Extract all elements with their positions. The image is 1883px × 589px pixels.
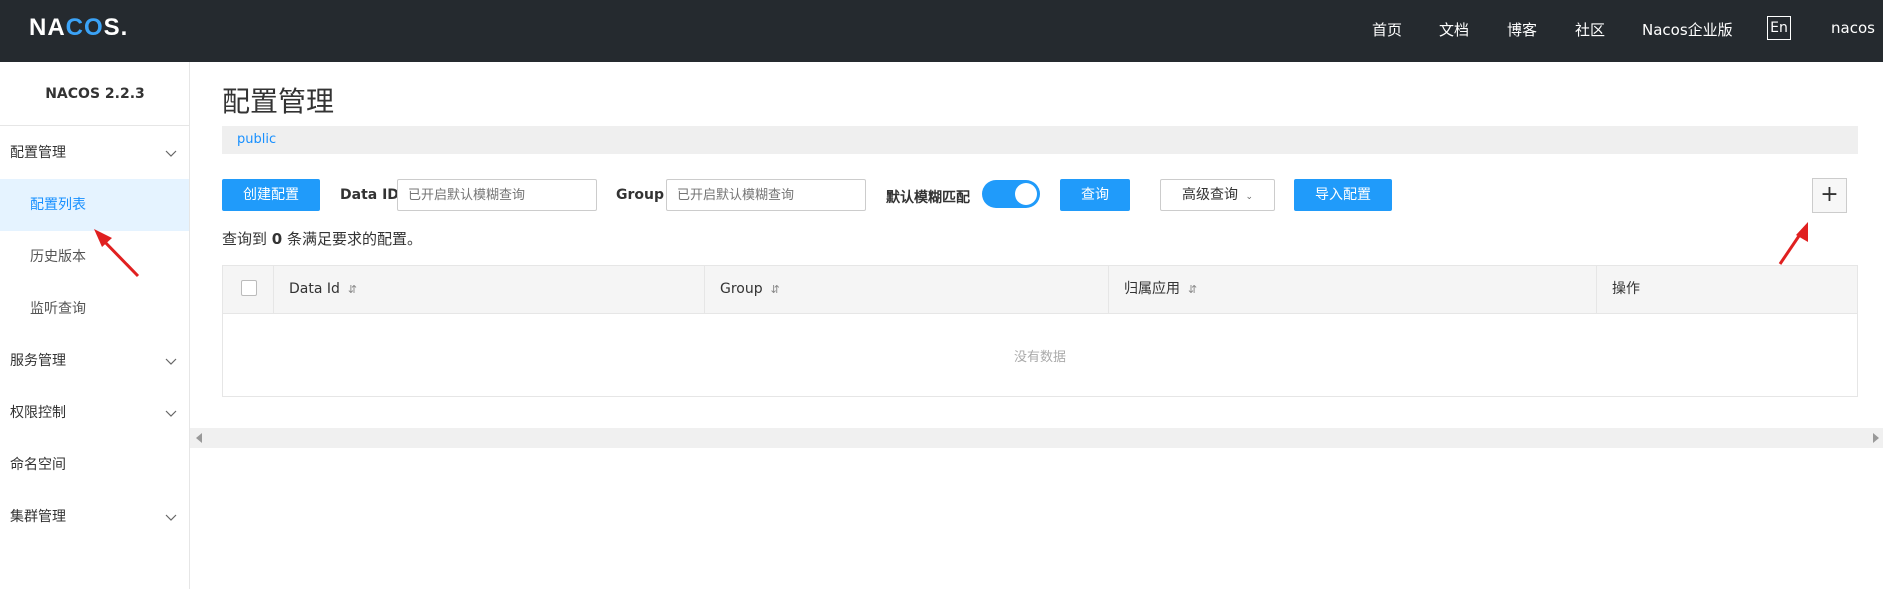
nav-community[interactable]: 社区 xyxy=(1575,19,1605,40)
nacos-logo[interactable]: NACOS. xyxy=(29,14,128,42)
data-id-input[interactable] xyxy=(397,179,597,211)
language-switch[interactable]: En xyxy=(1767,16,1791,40)
user-menu[interactable]: nacos xyxy=(1831,19,1875,37)
group-input[interactable] xyxy=(666,179,866,211)
add-column-button[interactable]: + xyxy=(1812,178,1847,213)
horizontal-scrollbar[interactable] xyxy=(190,428,1883,448)
create-config-button[interactable]: 创建配置 xyxy=(222,179,320,211)
chevron-down-icon xyxy=(165,491,177,543)
sort-icon[interactable]: ⇵ xyxy=(771,283,780,296)
table-header: Data Id ⇵ Group ⇵ 归属应用 ⇵ 操作 xyxy=(223,266,1857,314)
nav-blog[interactable]: 博客 xyxy=(1507,19,1537,40)
advanced-query-button[interactable]: 高级查询 ⌄ xyxy=(1160,179,1275,211)
sidebar-item-service-management[interactable]: 服务管理 xyxy=(0,335,189,387)
column-actions: 操作 xyxy=(1612,281,1640,297)
sidebar-item-config-list[interactable]: 配置列表 xyxy=(0,179,189,231)
query-button[interactable]: 查询 xyxy=(1060,179,1130,211)
scroll-left-icon[interactable] xyxy=(196,433,202,443)
group-label: Group xyxy=(616,187,665,203)
sidebar: NACOS 2.2.3 配置管理 配置列表 历史版本 监听查询 服务管理 权限控… xyxy=(0,62,190,589)
sidebar-item-history[interactable]: 历史版本 xyxy=(0,231,189,283)
data-id-label: Data ID xyxy=(340,187,399,203)
main-content: 配置管理 public 创建配置 Data ID Group 默认模糊匹配 查询… xyxy=(190,62,1883,589)
fuzzy-match-label: 默认模糊匹配 xyxy=(886,190,970,206)
empty-state-text: 没有数据 xyxy=(1013,350,1066,365)
sidebar-item-listener-query[interactable]: 监听查询 xyxy=(0,283,189,335)
select-all-checkbox[interactable] xyxy=(241,280,257,296)
sort-icon[interactable]: ⇵ xyxy=(348,283,357,296)
config-table: Data Id ⇵ Group ⇵ 归属应用 ⇵ 操作 没有数据 xyxy=(222,265,1858,397)
toggle-knob xyxy=(1015,183,1037,205)
scroll-right-icon[interactable] xyxy=(1873,433,1879,443)
version-label: NACOS 2.2.3 xyxy=(0,62,190,126)
chevron-down-icon xyxy=(165,387,177,439)
top-navbar: NACOS. 首页 文档 博客 社区 Nacos企业版 En nacos xyxy=(0,0,1883,62)
sidebar-item-config-management[interactable]: 配置管理 xyxy=(0,127,189,179)
column-group[interactable]: Group ⇵ xyxy=(705,266,1109,313)
nav-home[interactable]: 首页 xyxy=(1372,19,1402,40)
namespace-bar: public xyxy=(222,126,1858,154)
chevron-down-icon xyxy=(165,127,177,179)
page-title: 配置管理 xyxy=(222,85,335,118)
chevron-down-icon: ⌄ xyxy=(1245,192,1253,202)
sidebar-item-cluster-management[interactable]: 集群管理 xyxy=(0,491,189,543)
sidebar-item-access-control[interactable]: 权限控制 xyxy=(0,387,189,439)
column-app[interactable]: 归属应用 ⇵ xyxy=(1109,266,1597,313)
fuzzy-match-toggle[interactable] xyxy=(982,180,1040,208)
column-data-id[interactable]: Data Id ⇵ xyxy=(274,266,705,313)
namespace-public-link[interactable]: public xyxy=(237,132,276,147)
select-all-cell xyxy=(223,266,274,313)
result-count: 0 xyxy=(271,230,283,248)
sort-icon[interactable]: ⇵ xyxy=(1188,283,1197,296)
nav-enterprise[interactable]: Nacos企业版 xyxy=(1642,19,1733,40)
query-result-summary: 查询到 0 条满足要求的配置。 xyxy=(222,230,423,248)
nav-docs[interactable]: 文档 xyxy=(1439,19,1469,40)
sidebar-item-namespace[interactable]: 命名空间 xyxy=(0,439,189,491)
chevron-down-icon xyxy=(165,335,177,387)
import-config-button[interactable]: 导入配置 xyxy=(1294,179,1392,211)
